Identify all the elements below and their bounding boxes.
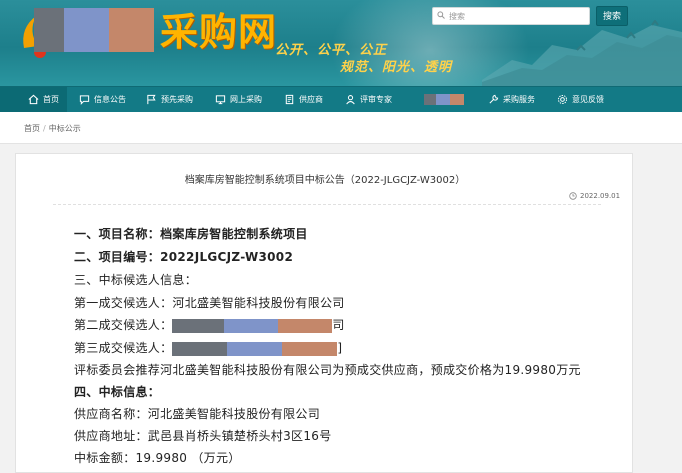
supplier-name-line: 供应商名称：河北盛美智能科技股份有限公司	[74, 407, 321, 421]
third-candidate-label: 第三成交候选人：	[74, 341, 173, 355]
nav-item-pre-procurement[interactable]: 预先采购	[132, 87, 199, 113]
gear-icon	[557, 94, 568, 105]
search-button[interactable]: 搜索	[596, 6, 628, 26]
nav-item-home[interactable]: 首页	[0, 86, 67, 113]
date-text: 2022.09.01	[580, 192, 621, 200]
slogan-line2: 规范、阳光、透明	[340, 60, 453, 75]
nav-item-online-procurement[interactable]: 网上采购	[199, 87, 268, 113]
monitor-icon	[215, 95, 226, 105]
nav-label: 意见反馈	[572, 95, 604, 104]
project-name-line: 一、项目名称：档案库房智能控制系统项目	[74, 227, 308, 241]
breadcrumb-home[interactable]: 首页	[24, 124, 40, 133]
nav-label: 供应商	[299, 95, 323, 104]
nav-item-feedback[interactable]: 意见反馈	[541, 87, 610, 113]
nav-label: 网上采购	[230, 95, 262, 104]
nav-item-experts[interactable]: 评审专家	[329, 87, 398, 113]
redacted-text-block	[172, 318, 333, 333]
user-icon	[346, 95, 355, 105]
nav-label: 采购服务	[503, 95, 535, 104]
second-candidate-line: 第二成交候选人： 司	[74, 316, 345, 333]
recommendation-line: 评标委员会推荐河北盛美智能科技股份有限公司为预成交供应商，预成交价格为19.99…	[74, 363, 581, 377]
breadcrumb-current: 中标公示	[48, 124, 81, 133]
nav-label: 首页	[43, 95, 59, 104]
nav-label: 预先采购	[161, 95, 193, 104]
second-candidate-label: 第二成交候选人：	[74, 318, 173, 332]
search-icon	[437, 11, 445, 19]
candidates-heading: 三、中标候选人信息：	[74, 273, 198, 287]
title-divider	[53, 204, 601, 205]
nav-item-suppliers[interactable]: 供应商	[268, 87, 329, 113]
project-number-line: 二、项目编号：2022JLGCJZ-W3002	[74, 250, 294, 264]
redacted-nav-block	[424, 94, 464, 105]
search-input[interactable]	[432, 7, 590, 25]
redacted-logo-block	[109, 8, 154, 52]
nav-item-procurement-services[interactable]: 采购服务	[470, 87, 541, 113]
redacted-logo-block	[34, 8, 64, 52]
wrench-icon	[489, 94, 499, 104]
breadcrumb: 首页 / 中标公示	[24, 123, 81, 134]
second-candidate-tail: 司	[332, 318, 345, 332]
first-candidate-line: 第一成交候选人：河北盛美智能科技股份有限公司	[74, 296, 345, 310]
great-wall-illustration	[482, 20, 682, 86]
document-title: 档案库房智能控制系统项目中标公告（2022-JLGCJZ-W3002）	[184, 175, 466, 186]
clock-icon	[569, 192, 577, 200]
site-title: 采购网	[160, 9, 278, 54]
main-nav: 首页 信息公告 预先采购 网上采购 供应商 评审专家 采购服务 意见反馈	[0, 86, 682, 113]
third-candidate-tail: ]	[337, 341, 343, 355]
nav-label: 评审专家	[360, 95, 392, 104]
award-amount-line: 中标金额：19.9980 （万元）	[74, 451, 241, 465]
third-candidate-line: 第三成交候选人：]	[74, 339, 342, 356]
announcement-card: 档案库房智能控制系统项目中标公告（2022-JLGCJZ-W3002） 2022…	[15, 153, 633, 473]
chat-icon	[79, 95, 90, 105]
redacted-text-block	[172, 341, 338, 356]
nav-label: 信息公告	[94, 95, 126, 104]
site-header: 采购网 公开、公平、公正 规范、阳光、透明 搜索	[0, 0, 682, 86]
nav-item-redacted[interactable]	[398, 87, 470, 113]
home-icon	[28, 94, 39, 105]
document-date: 2022.09.01	[569, 192, 620, 200]
breadcrumb-separator: /	[43, 124, 46, 133]
award-info-heading: 四、中标信息：	[74, 385, 161, 399]
flag-icon	[147, 94, 156, 105]
redacted-logo-block	[64, 8, 109, 52]
nav-item-announcements[interactable]: 信息公告	[67, 87, 132, 113]
breadcrumb-bar: 首页 / 中标公示	[0, 112, 682, 144]
document-icon	[285, 94, 294, 105]
supplier-address-line: 供应商地址：武邑县肖桥头镇楚桥头村3区16号	[74, 429, 332, 443]
